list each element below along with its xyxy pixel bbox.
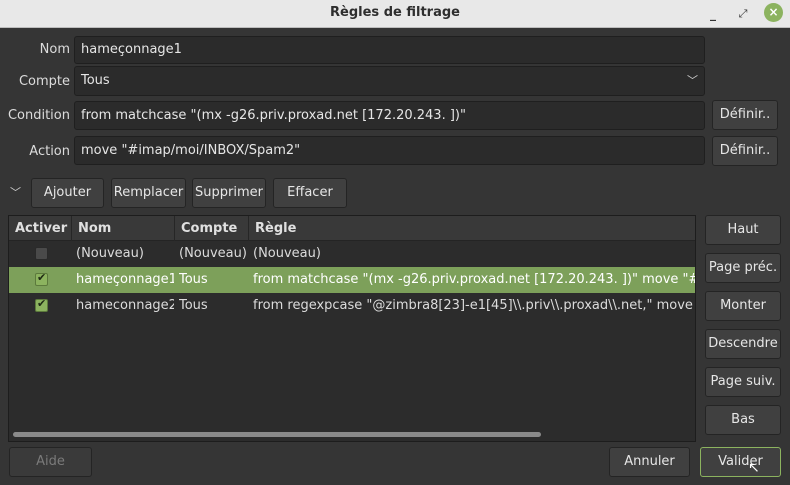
row-account: Tous [179,298,208,313]
move-down-button[interactable]: Descendre [705,329,781,359]
column-header-rule[interactable]: Règle [249,216,695,241]
move-up-button[interactable]: Monter [705,291,781,321]
ok-button[interactable]: Valider [700,447,781,477]
table-row[interactable]: (Nouveau) (Nouveau) (Nouveau) [9,241,695,267]
rules-table[interactable]: Activer Nom Compte Règle (Nouveau) (Nouv… [8,215,696,442]
table-header: Activer Nom Compte Règle [9,216,695,241]
row-name: (Nouveau) [76,246,144,261]
table-row[interactable]: hameçonnage1 Tous from matchcase "(mx -g… [9,267,695,293]
name-field[interactable]: hameçonnage1 [74,36,705,64]
chevron-down-icon: ﹀ [687,74,698,87]
column-header-enabled[interactable]: Activer [9,216,72,241]
row-account: (Nouveau) [179,246,247,261]
clear-button[interactable]: Effacer [273,178,347,208]
page-next-button[interactable]: Page suiv. [705,367,781,397]
minimize-icon[interactable]: _ [703,4,723,24]
replace-button[interactable]: Remplacer [111,178,186,208]
table-row[interactable]: hameconnage2 Tous from regexpcase "@zimb… [9,293,695,319]
maximize-icon[interactable]: ⤢ [733,4,753,24]
close-icon[interactable]: × [764,3,783,22]
condition-label: Condition [7,108,70,123]
expander-chevron-icon[interactable]: ﹀ [10,184,21,200]
cancel-button[interactable]: Annuler [609,447,690,477]
row-account: Tous [179,272,208,287]
title-bar: Règles de filtrage _ ⤢ × [0,0,790,28]
enabled-checkbox[interactable] [35,297,48,312]
mouse-cursor-icon: ↖ [748,460,760,476]
action-label: Action [29,144,70,159]
account-select[interactable]: Tous ﹀ [74,66,705,96]
horizontal-scrollbar[interactable] [13,432,541,437]
define-action-button[interactable]: Définir.. [712,136,778,166]
name-label: Nom [39,42,70,57]
account-label: Compte [18,74,70,89]
condition-field[interactable]: from matchcase "(mx -g26.priv.proxad.net… [74,101,705,130]
action-field[interactable]: move "#imap/moi/INBOX/Spam2" [74,136,705,165]
column-header-account[interactable]: Compte [175,216,249,241]
column-header-name[interactable]: Nom [72,216,175,241]
account-select-value: Tous [81,73,110,88]
move-bottom-button[interactable]: Bas [705,405,781,435]
page-prev-button[interactable]: Page préc. [705,253,781,283]
add-button[interactable]: Ajouter [31,178,104,208]
row-rule: from regexpcase "@zimbra8[23]-e1[45]\\.p… [253,298,695,313]
row-rule: (Nouveau) [253,246,321,261]
row-name: hameçonnage1 [76,272,174,287]
row-name: hameconnage2 [76,298,174,313]
window-title: Règles de filtrage [330,5,460,20]
enabled-checkbox[interactable] [35,247,48,260]
help-button[interactable]: Aide [9,447,92,477]
define-condition-button[interactable]: Définir.. [712,100,778,130]
move-top-button[interactable]: Haut [705,215,781,245]
enabled-checkbox[interactable] [35,271,48,286]
row-rule: from matchcase "(mx -g26.priv.proxad.net… [253,272,695,287]
delete-button[interactable]: Supprimer [192,178,266,208]
